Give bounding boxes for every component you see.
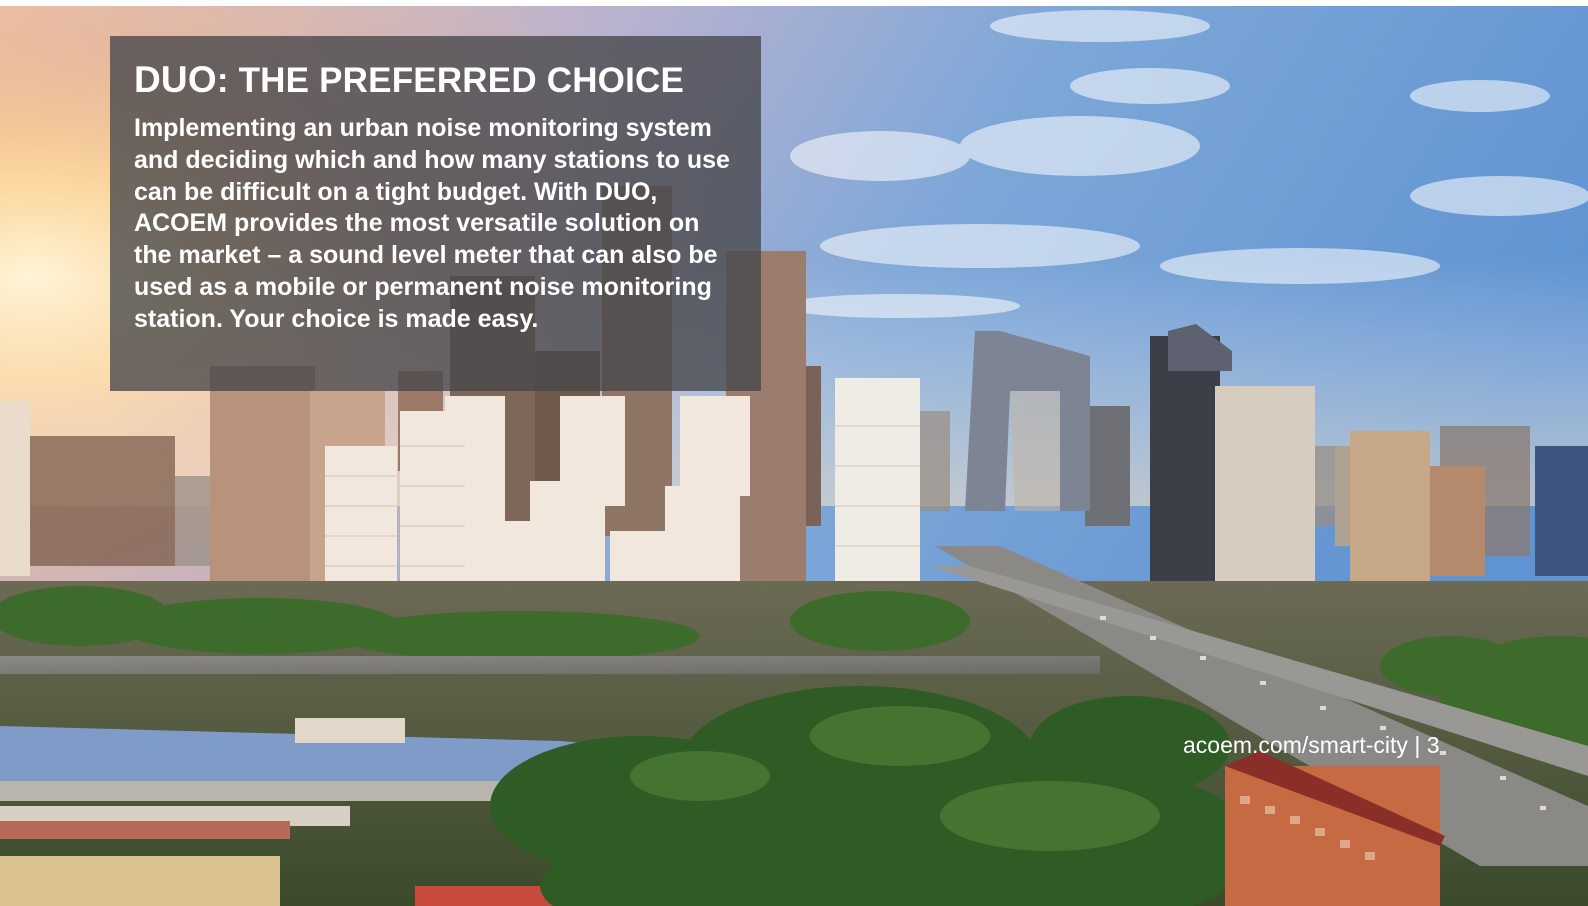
brand-duo: DUO <box>594 177 651 206</box>
title-rest: : THE PREFERRED CHOICE <box>216 61 685 100</box>
page-number: 3 <box>1426 732 1440 758</box>
footer-separator: | <box>1407 732 1427 758</box>
footer-url: acoem.com/smart-city <box>1183 732 1408 758</box>
text-overlay-panel: DUO: THE PREFERRED CHOICE Implementing a… <box>110 36 761 391</box>
body-separator: , <box>650 177 658 206</box>
slide: DUO: THE PREFERRED CHOICE Implementing a… <box>0 0 1588 906</box>
title-brand: DUO <box>134 59 217 100</box>
slide-footer: acoem.com/smart-city | 3 <box>1183 731 1440 759</box>
slide-title: DUO: THE PREFERRED CHOICE <box>134 58 737 103</box>
brand-acoem: ACOEM <box>134 209 228 238</box>
body-paragraph: Implementing an urban noise monitoring s… <box>134 113 737 336</box>
